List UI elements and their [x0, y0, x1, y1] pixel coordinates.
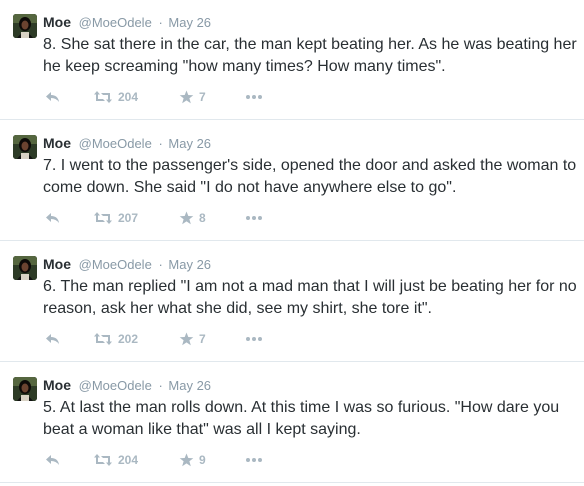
tweet-text: 7. I went to the passenger's side, opene…: [43, 157, 577, 196]
favorite-button[interactable]: 7: [179, 330, 206, 348]
retweet-count: 207: [118, 211, 139, 225]
favorite-count: 9: [199, 453, 206, 467]
timeline: Moe @MoeOdele · May 26 8. She sat there …: [0, 0, 584, 486]
avatar[interactable]: [13, 377, 37, 401]
tweet[interactable]: Moe @MoeOdele · May 26 5. At last the ma…: [0, 363, 584, 483]
tweet-actions: 202 7: [43, 330, 343, 348]
author-name[interactable]: Moe: [43, 135, 71, 151]
star-icon: [179, 90, 194, 104]
star-icon: [179, 332, 194, 346]
more-button[interactable]: [245, 88, 263, 106]
reply-icon: [46, 334, 59, 344]
avatar[interactable]: [13, 135, 37, 159]
retweet-icon: [94, 212, 112, 224]
tweet-text: 8. She sat there in the car, the man kep…: [43, 36, 577, 75]
author-handle[interactable]: @MoeOdele: [79, 378, 152, 393]
star-icon: [179, 453, 194, 467]
retweet-count: 204: [118, 90, 139, 104]
reply-icon: [46, 213, 59, 223]
more-button[interactable]: [245, 330, 263, 348]
separator: ·: [158, 15, 163, 30]
tweet-text: 6. The man replied "I am not a mad man t…: [43, 278, 577, 317]
reply-button[interactable]: [45, 451, 61, 469]
separator: ·: [158, 378, 163, 393]
more-icon: [246, 216, 262, 220]
favorite-button[interactable]: 7: [179, 88, 206, 106]
tweet-actions: 207 8: [43, 209, 343, 227]
author-handle[interactable]: @MoeOdele: [79, 136, 152, 151]
retweet-button[interactable]: 202: [93, 330, 138, 348]
reply-button[interactable]: [45, 330, 61, 348]
more-icon: [246, 337, 262, 341]
favorite-count: 7: [199, 90, 206, 104]
reply-button[interactable]: [45, 209, 61, 227]
tweet-header: Moe @MoeOdele · May 26: [43, 135, 211, 152]
tweet-date[interactable]: May 26: [168, 15, 211, 30]
tweet-header: Moe @MoeOdele · May 26: [43, 256, 211, 273]
tweet[interactable]: Moe @MoeOdele · May 26 7. I went to the …: [0, 121, 584, 241]
tweet-actions: 204 7: [43, 88, 343, 106]
tweet[interactable]: Moe @MoeOdele · May 26 6. The man replie…: [0, 242, 584, 362]
tweet-date[interactable]: May 26: [168, 378, 211, 393]
retweet-button[interactable]: 204: [93, 88, 138, 106]
avatar[interactable]: [13, 256, 37, 280]
author-name[interactable]: Moe: [43, 256, 71, 272]
more-icon: [246, 95, 262, 99]
retweet-icon: [94, 333, 112, 345]
tweet-date[interactable]: May 26: [168, 136, 211, 151]
reply-icon: [46, 92, 59, 102]
favorite-button[interactable]: 8: [179, 209, 206, 227]
favorite-button[interactable]: 9: [179, 451, 206, 469]
favorite-count: 8: [199, 211, 206, 225]
retweet-button[interactable]: 204: [93, 451, 138, 469]
author-handle[interactable]: @MoeOdele: [79, 257, 152, 272]
tweet-text: 5. At last the man rolls down. At this t…: [43, 399, 560, 438]
retweet-count: 204: [118, 453, 139, 467]
author-handle[interactable]: @MoeOdele: [79, 15, 152, 30]
tweet-date[interactable]: May 26: [168, 257, 211, 272]
separator: ·: [158, 136, 163, 151]
tweet-header: Moe @MoeOdele · May 26: [43, 377, 211, 394]
favorite-count: 7: [199, 332, 206, 346]
retweet-icon: [94, 454, 112, 466]
more-button[interactable]: [245, 209, 263, 227]
more-button[interactable]: [245, 451, 263, 469]
tweet-header: Moe @MoeOdele · May 26: [43, 14, 211, 31]
star-icon: [179, 211, 194, 225]
reply-icon: [46, 455, 59, 465]
author-name[interactable]: Moe: [43, 14, 71, 30]
author-name[interactable]: Moe: [43, 377, 71, 393]
tweet[interactable]: Moe @MoeOdele · May 26 8. She sat there …: [0, 0, 584, 120]
avatar[interactable]: [13, 14, 37, 38]
retweet-button[interactable]: 207: [93, 209, 138, 227]
separator: ·: [158, 257, 163, 272]
retweet-icon: [94, 91, 112, 103]
tweet-actions: 204 9: [43, 451, 343, 469]
retweet-count: 202: [118, 332, 139, 346]
more-icon: [246, 458, 262, 462]
reply-button[interactable]: [45, 88, 61, 106]
